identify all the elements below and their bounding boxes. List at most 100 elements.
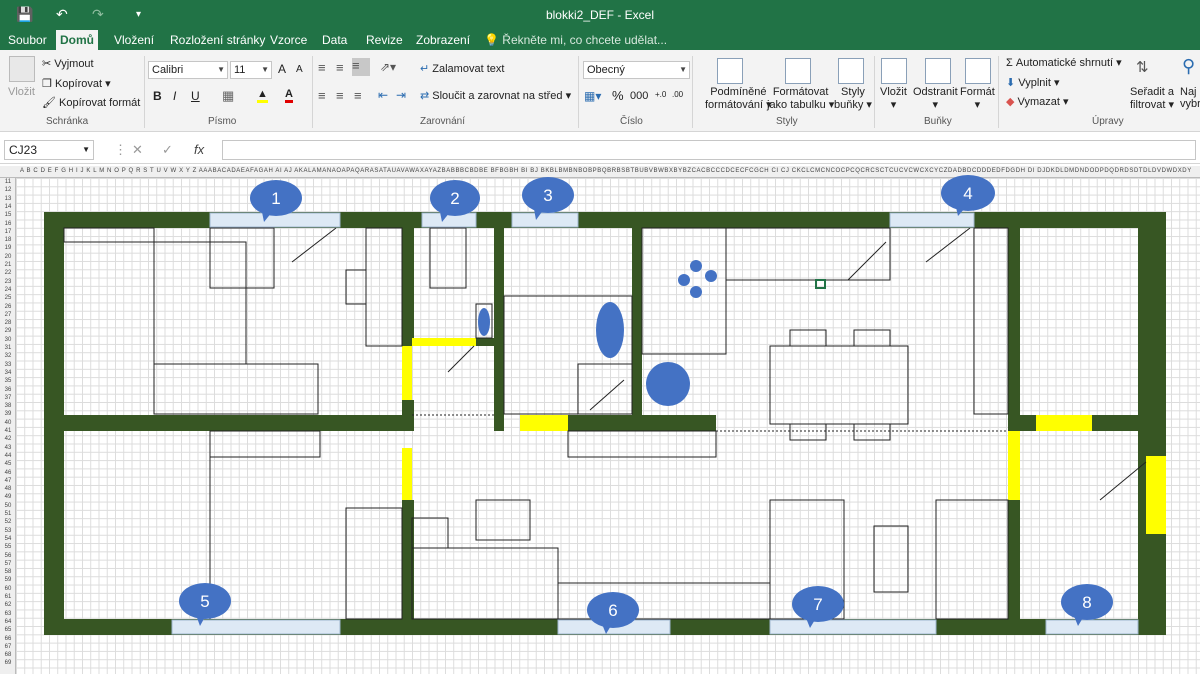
row-header[interactable]: 53 bbox=[0, 527, 16, 535]
row-header[interactable]: 31 bbox=[0, 344, 16, 352]
tab-review[interactable]: Revize bbox=[362, 30, 407, 50]
row-header[interactable]: 25 bbox=[0, 294, 16, 302]
align-right-icon[interactable]: ≡ bbox=[354, 88, 362, 103]
font-name-combo[interactable]: Calibri ▼ bbox=[148, 61, 228, 79]
insert-cells-button[interactable]: Vložit ▾ bbox=[880, 86, 907, 111]
tab-page-layout[interactable]: Rozložení stránky bbox=[166, 30, 269, 50]
row-header[interactable]: 22 bbox=[0, 269, 16, 277]
row-header[interactable]: 63 bbox=[0, 610, 16, 618]
row-header[interactable]: 67 bbox=[0, 643, 16, 651]
cell-styles-icon[interactable] bbox=[838, 58, 864, 84]
orientation-icon[interactable]: ⇗▾ bbox=[380, 60, 396, 74]
formula-input[interactable] bbox=[222, 140, 1196, 160]
row-header[interactable]: 40 bbox=[0, 419, 16, 427]
autosum-button[interactable]: Σ Automatické shrnutí ▾ bbox=[1006, 56, 1122, 69]
row-header[interactable]: 20 bbox=[0, 253, 16, 261]
increase-decimal-icon[interactable]: +.0 bbox=[655, 90, 666, 99]
row-header[interactable]: 18 bbox=[0, 236, 16, 244]
conditional-formatting-icon[interactable] bbox=[717, 58, 743, 84]
row-header[interactable]: 62 bbox=[0, 601, 16, 609]
accounting-format-icon[interactable]: ▦▾ bbox=[584, 89, 601, 103]
row-header[interactable]: 47 bbox=[0, 477, 16, 485]
row-header[interactable]: 28 bbox=[0, 319, 16, 327]
row-header[interactable]: 35 bbox=[0, 377, 16, 385]
worksheet-grid[interactable] bbox=[16, 178, 1200, 674]
enter-icon[interactable]: ✓ bbox=[162, 142, 173, 158]
row-headers[interactable]: 11 12 13 14 15 16 17 18 19 20 21 22 23 24 25 26 27 28 29 30… bbox=[0, 178, 16, 674]
format-painter-button[interactable]: 🖌 Kopírovat formát bbox=[42, 96, 140, 109]
number-format-combo[interactable]: Obecný ▼ bbox=[583, 61, 690, 79]
fill-color-icon[interactable]: ▲ bbox=[257, 88, 268, 103]
merge-center-button[interactable]: ⇄ Sloučit a zarovnat na střed ▾ bbox=[420, 89, 571, 102]
find-select-button[interactable]: Najvybra bbox=[1180, 86, 1200, 110]
row-header[interactable]: 39 bbox=[0, 410, 16, 418]
row-header[interactable]: 34 bbox=[0, 369, 16, 377]
find-icon[interactable]: ⚲ bbox=[1182, 56, 1195, 77]
row-header[interactable]: 43 bbox=[0, 444, 16, 452]
align-bottom-icon[interactable]: ≡ bbox=[352, 58, 370, 76]
tell-me-search[interactable]: 💡 Řekněte mi, co chcete udělat... bbox=[484, 30, 667, 50]
row-header[interactable]: 58 bbox=[0, 568, 16, 576]
tab-data[interactable]: Data bbox=[318, 30, 351, 50]
italic-button[interactable]: I bbox=[173, 89, 176, 103]
delete-cells-button[interactable]: Odstranit ▾ bbox=[913, 86, 958, 111]
row-header[interactable]: 37 bbox=[0, 394, 16, 402]
row-header[interactable]: 60 bbox=[0, 585, 16, 593]
copy-button[interactable]: ❐ Kopírovat ▾ bbox=[42, 77, 111, 90]
grow-font-button[interactable]: A bbox=[278, 62, 286, 76]
row-header[interactable]: 23 bbox=[0, 278, 16, 286]
row-header[interactable]: 12 bbox=[0, 186, 16, 194]
row-header[interactable]: 30 bbox=[0, 336, 16, 344]
row-header[interactable]: 51 bbox=[0, 510, 16, 518]
paste-icon[interactable] bbox=[9, 56, 35, 82]
insert-function-icon[interactable]: fx bbox=[194, 142, 204, 157]
row-header[interactable]: 45 bbox=[0, 460, 16, 468]
row-header[interactable]: 56 bbox=[0, 552, 16, 560]
format-cells-icon[interactable] bbox=[965, 58, 991, 84]
format-cells-button[interactable]: Formát ▾ bbox=[960, 86, 995, 111]
row-header[interactable]: 26 bbox=[0, 303, 16, 311]
row-header[interactable]: 44 bbox=[0, 452, 16, 460]
align-left-icon[interactable]: ≡ bbox=[318, 88, 326, 103]
conditional-formatting-button[interactable]: Podmíněné formátování ▾ bbox=[705, 86, 772, 111]
font-color-icon[interactable]: A bbox=[285, 88, 293, 103]
row-header[interactable]: 66 bbox=[0, 635, 16, 643]
row-header[interactable]: 57 bbox=[0, 560, 16, 568]
row-header[interactable]: 65 bbox=[0, 626, 16, 634]
align-top-icon[interactable]: ≡ bbox=[318, 60, 326, 75]
row-header[interactable]: 13 bbox=[0, 195, 16, 203]
row-header[interactable]: 52 bbox=[0, 518, 16, 526]
tab-view[interactable]: Zobrazení bbox=[412, 30, 474, 50]
font-size-combo[interactable]: 11 ▼ bbox=[230, 61, 272, 79]
fill-button[interactable]: ⬇ Vyplnit ▾ bbox=[1006, 76, 1059, 89]
row-header[interactable]: 14 bbox=[0, 203, 16, 211]
decrease-decimal-icon[interactable]: .00 bbox=[672, 90, 683, 99]
row-header[interactable]: 38 bbox=[0, 402, 16, 410]
cell-styles-button[interactable]: Styly buňky ▾ bbox=[834, 86, 872, 111]
increase-indent-icon[interactable]: ⇥ bbox=[396, 88, 406, 102]
format-as-table-icon[interactable] bbox=[785, 58, 811, 84]
row-header[interactable]: 59 bbox=[0, 576, 16, 584]
row-header[interactable]: 33 bbox=[0, 361, 16, 369]
tab-formulas[interactable]: Vzorce bbox=[266, 30, 311, 50]
row-header[interactable]: 46 bbox=[0, 469, 16, 477]
row-header[interactable]: 16 bbox=[0, 220, 16, 228]
row-header[interactable]: 27 bbox=[0, 311, 16, 319]
row-header[interactable]: 36 bbox=[0, 386, 16, 394]
clear-button[interactable]: ◆ Vymazat ▾ bbox=[1006, 95, 1069, 108]
insert-cells-icon[interactable] bbox=[881, 58, 907, 84]
row-header[interactable]: 49 bbox=[0, 493, 16, 501]
comma-style-icon[interactable]: 000 bbox=[630, 90, 648, 102]
column-headers[interactable]: A B C D E F G H I J K L M N O P Q R S T … bbox=[0, 166, 1200, 178]
delete-cells-icon[interactable] bbox=[925, 58, 951, 84]
name-box[interactable]: CJ23 ▼ bbox=[4, 140, 94, 160]
row-header[interactable]: 15 bbox=[0, 211, 16, 219]
decrease-indent-icon[interactable]: ⇤ bbox=[378, 88, 388, 102]
tab-home[interactable]: Domů bbox=[56, 30, 98, 50]
row-header[interactable]: 42 bbox=[0, 435, 16, 443]
wrap-text-button[interactable]: ↵ Zalamovat text bbox=[420, 62, 504, 75]
row-header[interactable]: 54 bbox=[0, 535, 16, 543]
row-header[interactable]: 11 bbox=[0, 178, 16, 186]
shrink-font-button[interactable]: A bbox=[296, 64, 303, 75]
align-middle-icon[interactable]: ≡ bbox=[336, 60, 344, 75]
